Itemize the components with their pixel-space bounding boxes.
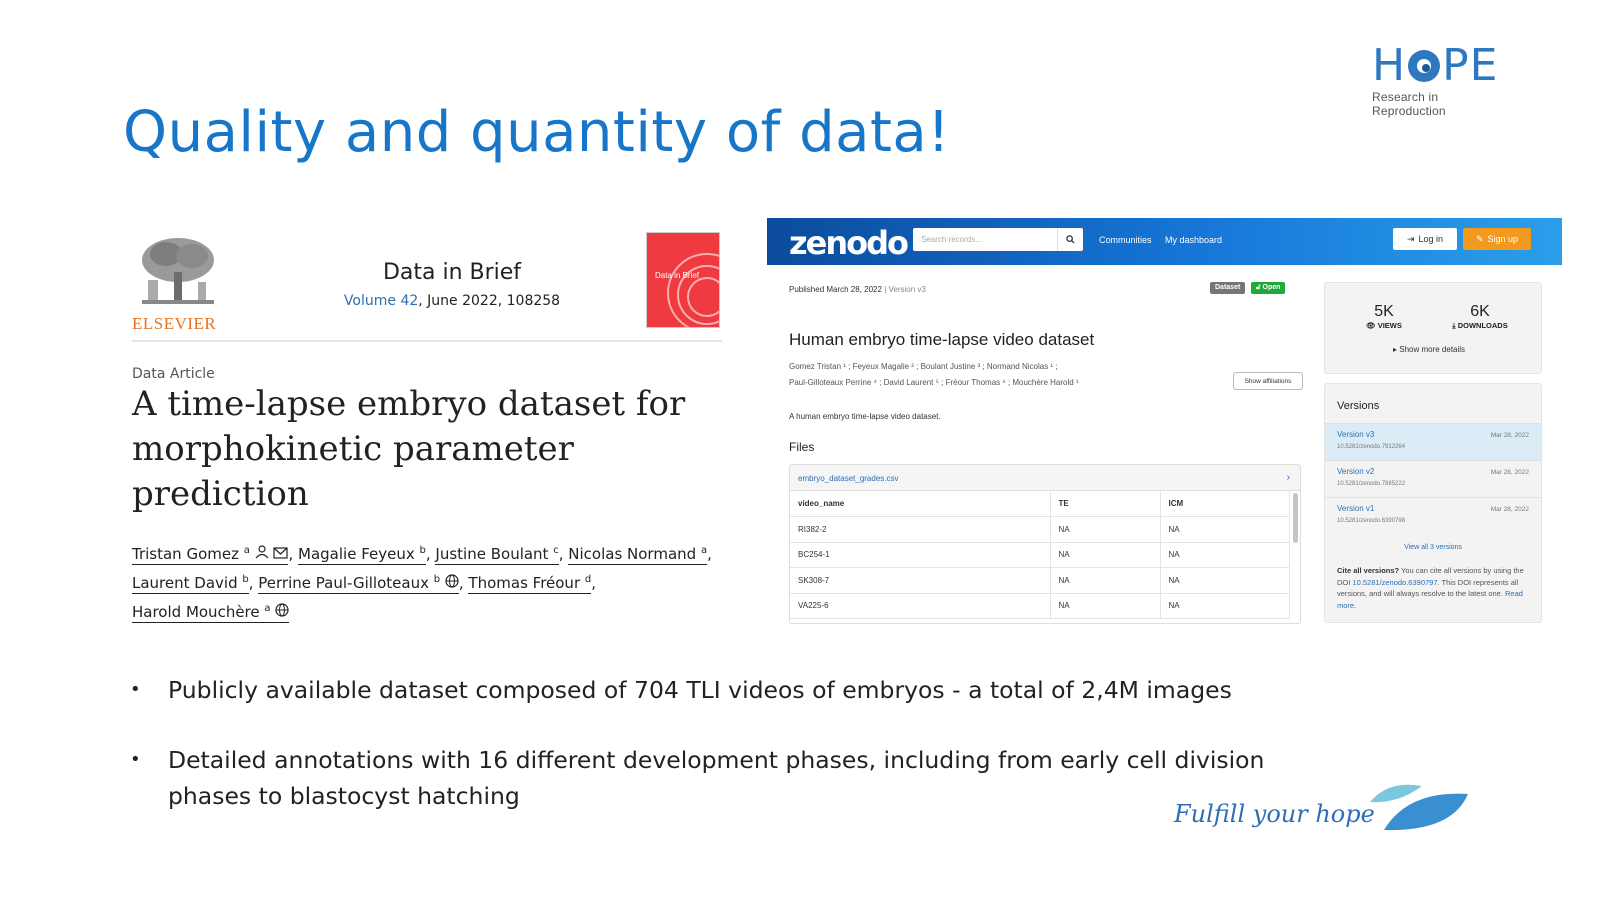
edit-icon: ✎ [1475,233,1484,244]
globe-icon [445,574,459,588]
globe-icon [275,603,289,617]
table-row: VA225-6 NA NA [790,593,1290,619]
author-link[interactable]: Justine Boulant c [435,545,559,565]
stats-panel: 5K 👁︎ VIEWS 6K ⤓ DOWNLOADS ▸ Show more d… [1324,282,1542,374]
chevron-right-icon: › [1286,472,1290,483]
journal-cover: Data in Brief [646,232,720,328]
elsevier-logo: ELSEVIER [132,236,224,333]
eye-icon: 👁︎ [1366,321,1376,330]
tree-icon [142,238,214,304]
cite-all-note: Cite all versions? You can cite all vers… [1337,566,1524,610]
unlock-icon: 🔓︎ [1256,284,1261,291]
version-item[interactable]: Version v2 10.5281/zenodo.7885222 Mar 28… [1325,460,1541,497]
bullet-list: • Publicly available dataset composed of … [130,672,1330,848]
author-list: Tristan Gomez a , Magalie Feyeux b, Just… [132,545,712,623]
slide-title: Quality and quantity of data! [123,100,951,165]
bullet-marker: • [130,679,141,700]
person-icon [255,545,269,559]
nav-communities[interactable]: Communities [1099,235,1152,245]
table-row: SK308-7 NA NA [790,567,1290,594]
search-icon [1066,235,1075,244]
record-title: Human embryo time-lapse video dataset [789,330,1095,349]
article-type: Data Article [132,366,215,382]
zenodo-navbar: zenodo Search records... Communities My … [767,218,1562,265]
zenodo-logo[interactable]: zenodo [789,224,909,262]
bullet-item: • Detailed annotations with 16 different … [130,742,1330,814]
author-link[interactable]: Perrine Paul-Gilloteaux b [258,574,459,594]
views-stat: 5K 👁︎ VIEWS [1366,303,1402,330]
downloads-stat: 6K ⤓ DOWNLOADS [1452,303,1508,330]
show-more-details[interactable]: ▸ Show more details [1393,345,1465,354]
show-affiliations-button[interactable]: Show affiliations [1233,372,1303,390]
file-table: video_name TE ICM RI382-2 NA NA BC254-1 NA N… [790,491,1290,619]
login-icon: ⇥ [1406,233,1415,244]
elsevier-wordmark: ELSEVIER [132,314,217,333]
concept-doi-link[interactable]: 10.5281/zenodo.6390797 [1352,578,1437,587]
author-link[interactable]: Nicolas Normand a [568,545,708,565]
view-all-versions-link[interactable]: View all 3 versions [1325,544,1541,551]
file-name: embryo_dataset_grades.csv [798,474,899,483]
signup-button[interactable]: ✎ Sign up [1463,228,1531,250]
zenodo-screenshot: zenodo Search records... Communities My … [767,218,1562,630]
publication-date: Published March 28, 2022 | Version v3 [789,285,926,294]
files-heading: Files [789,440,815,454]
record-description: A human embryo time-lapse video dataset. [789,412,941,421]
table-header-row: video_name TE ICM [790,491,1290,517]
caret-right-icon: ▸ [1393,345,1398,354]
record-authors: Gomez Tristan ¹ ; Feyeux Magalie ² ; Bou… [789,362,1079,387]
open-badge: 🔓︎ Open [1251,282,1286,294]
logo-subtitle: Research in Reproduction [1372,90,1446,118]
eye-icon [1408,50,1441,82]
mail-icon [273,547,289,559]
version-item[interactable]: Version v3 10.5281/zenodo.7912264 Mar 28… [1325,423,1541,460]
dataset-badge: Dataset [1210,282,1246,294]
scrollbar[interactable] [1293,493,1298,543]
file-preview: embryo_dataset_grades.csv › video_name T… [789,464,1301,624]
versions-panel: Versions Version v3 10.5281/zenodo.79122… [1324,383,1542,623]
author-link[interactable]: Harold Mouchère a [132,603,290,623]
login-button[interactable]: ⇥ Log in [1393,228,1457,250]
versions-heading: Versions [1337,400,1380,412]
journal-name: Data in Brief [382,260,522,285]
hope-logo: H PE Research in Reproduction [1372,40,1510,119]
tagline: Fulfill your hope [1174,800,1375,828]
file-header[interactable]: embryo_dataset_grades.csv › [790,465,1300,491]
version-item[interactable]: Version v1 10.5281/zenodo.6390798 Mar 28… [1325,497,1541,534]
download-icon: ⤓ [1452,321,1456,330]
table-row: BC254-1 NA NA [790,542,1290,568]
bullet-marker: • [130,749,141,770]
search-button[interactable] [1057,228,1083,251]
bullet-item: • Publicly available dataset composed of … [130,672,1330,708]
author-link[interactable]: Tristan Gomez a [132,545,289,565]
author-link[interactable]: Magalie Feyeux b [298,545,426,565]
table-row: RI382-2 NA NA [790,516,1290,543]
cover-title: Data in Brief [655,271,700,280]
divider [132,340,722,342]
leaf-icon [1370,784,1468,831]
author-link[interactable]: Thomas Fréour d [468,574,592,594]
volume-link[interactable]: Volume 42 [344,293,418,309]
hope-wordmark: H PE [1372,40,1499,91]
journal-volume: Volume 42, June 2022, 108258 [343,293,561,309]
journal-header: Data in Brief Volume 42, June 2022, 1082… [322,260,582,309]
article-title: A time-lapse embryo dataset for morphoki… [132,384,686,514]
author-link[interactable]: Laurent David b [132,574,249,594]
nav-dashboard[interactable]: My dashboard [1165,235,1222,245]
article-screenshot: ELSEVIER Data in Brief Volume 42, June 2… [132,232,722,632]
